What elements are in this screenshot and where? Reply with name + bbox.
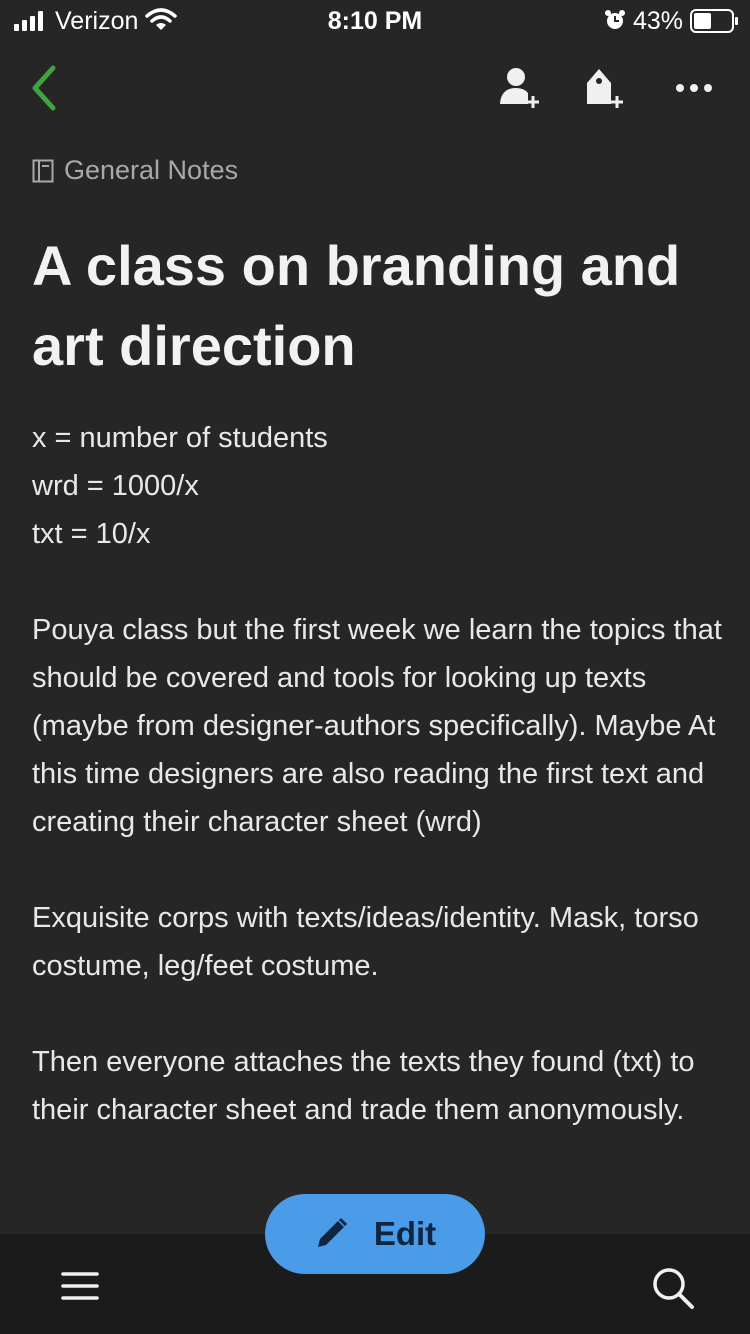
battery-icon [690, 9, 738, 33]
note-line: x = number of students [32, 422, 328, 454]
notebook-link[interactable]: General Notes [32, 155, 238, 186]
notebook-icon [32, 159, 54, 182]
add-person-icon [500, 68, 539, 108]
note-title: A class on branding and art direction [32, 234, 681, 377]
edit-label: Edit [373, 1215, 437, 1252]
notebook-name: General Notes [64, 155, 239, 185]
note-line: wrd = 1000/x [32, 470, 199, 502]
search-icon [653, 1268, 694, 1309]
chevron-left-icon [32, 65, 56, 111]
note-paragraph: Exquisite corps with texts/ideas/identit… [32, 902, 699, 982]
note-paragraph: Pouya class but the first week we learn … [32, 614, 722, 838]
search-button[interactable] [645, 1260, 701, 1316]
more-options-button[interactable] [664, 60, 724, 116]
edit-button[interactable]: Edit [265, 1194, 485, 1274]
battery-percentage: 43% [633, 7, 684, 35]
add-tag-icon [587, 69, 623, 108]
status-bar: Verizon 8:10 PM 43% [0, 0, 750, 40]
note-paragraph: Then everyone attaches the texts they fo… [32, 1046, 695, 1126]
pencil-icon [314, 1217, 348, 1251]
note-line: txt = 10/x [32, 518, 151, 550]
menu-button[interactable] [55, 1264, 105, 1308]
back-button[interactable] [14, 60, 74, 116]
alarm-icon [605, 10, 625, 29]
note-body: x = number of students wrd = 1000/x txt … [32, 414, 722, 1134]
hamburger-menu-icon [61, 1272, 99, 1300]
more-horizontal-icon [676, 84, 712, 92]
share-note-button[interactable] [490, 60, 550, 116]
add-tag-button[interactable] [575, 60, 635, 116]
note-toolbar [0, 50, 750, 120]
